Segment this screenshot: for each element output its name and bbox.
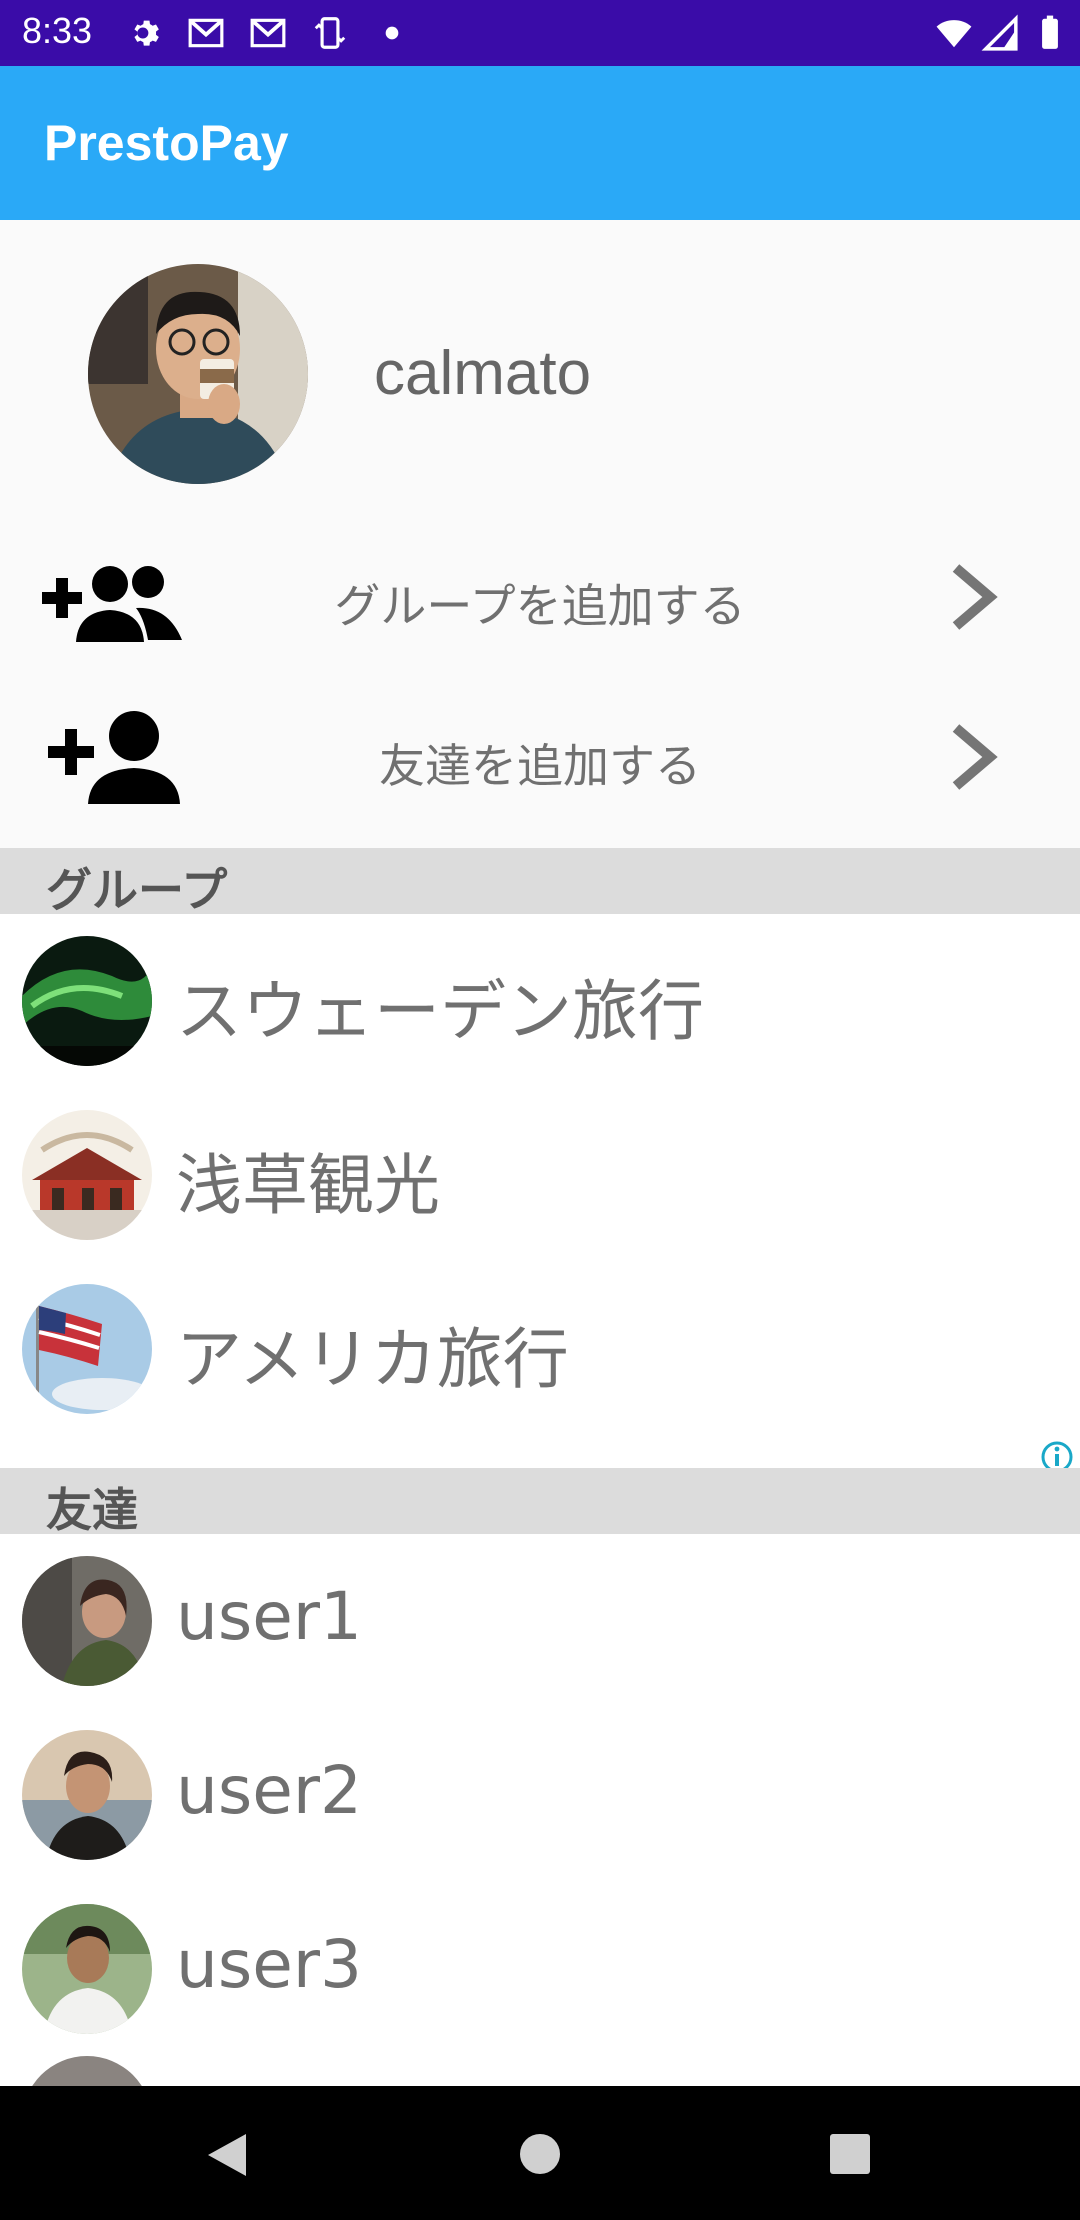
friend-avatar bbox=[22, 2056, 152, 2086]
battery-icon bbox=[1042, 15, 1058, 49]
gmail-icon bbox=[250, 18, 286, 48]
add-friend-label: 友達を追加する bbox=[379, 739, 701, 793]
profile-username: calmato bbox=[374, 339, 592, 408]
add-friend-row[interactable]: 友達を追加する bbox=[0, 682, 1080, 832]
home-icon[interactable] bbox=[518, 2132, 562, 2176]
friend-avatar bbox=[22, 1904, 152, 2034]
chevron-right-icon bbox=[952, 724, 998, 790]
app-title: PrestoPay bbox=[44, 115, 289, 171]
friend-item-partial[interactable] bbox=[0, 2056, 1080, 2086]
group-item[interactable]: アメリカ旅行 bbox=[0, 1262, 1080, 1436]
group-list: スウェーデン旅行 浅草観光 アメリカ旅行 bbox=[0, 914, 1080, 1468]
group-item[interactable]: 浅草観光 bbox=[0, 1088, 1080, 1262]
gmail-icon bbox=[188, 18, 224, 48]
group-name: スウェーデン旅行 bbox=[176, 973, 704, 1050]
profile-avatar[interactable] bbox=[88, 264, 308, 484]
friend-avatar bbox=[22, 1730, 152, 1860]
settings-icon bbox=[134, 20, 159, 46]
friend-item[interactable]: user3 bbox=[0, 1882, 1080, 2056]
status-time: 8:33 bbox=[22, 10, 93, 51]
group-avatar bbox=[22, 936, 152, 1066]
friends-section-header: 友達 bbox=[0, 1468, 1080, 1537]
friend-name: user1 bbox=[176, 1578, 362, 1655]
groups-header-label: グループ bbox=[46, 863, 228, 917]
friend-item[interactable]: user1 bbox=[0, 1534, 1080, 1708]
add-group-label: グループを追加する bbox=[334, 579, 746, 633]
group-name: アメリカ旅行 bbox=[176, 1321, 569, 1398]
friends-header-label: 友達 bbox=[46, 1483, 138, 1537]
friend-avatar bbox=[22, 1556, 152, 1686]
chevron-right-icon bbox=[952, 564, 998, 630]
add-group-row[interactable]: グループを追加する bbox=[0, 522, 1080, 672]
wifi-icon bbox=[936, 20, 972, 48]
group-name: 浅草観光 bbox=[176, 1147, 440, 1224]
friend-item[interactable]: user2 bbox=[0, 1708, 1080, 1882]
friend-list: user1 user2 user3 bbox=[0, 1534, 1080, 2086]
friend-name: user2 bbox=[176, 1752, 362, 1829]
profile-section: calmato グループを追加する 友達を追加する bbox=[0, 220, 1080, 848]
group-item[interactable]: スウェーデン旅行 bbox=[0, 914, 1080, 1088]
system-nav-bar bbox=[0, 2086, 1080, 2220]
app-bar: PrestoPay bbox=[0, 66, 1080, 220]
friend-name: user3 bbox=[176, 1926, 362, 2003]
recents-icon[interactable] bbox=[828, 2132, 872, 2176]
groups-section-header: グループ bbox=[0, 848, 1080, 917]
group-avatar bbox=[22, 1284, 152, 1414]
signal-icon bbox=[981, 14, 1018, 51]
phone-rotate-icon bbox=[314, 17, 346, 49]
status-bar: 8:33 bbox=[0, 0, 1080, 66]
dot-icon bbox=[385, 26, 399, 40]
back-icon[interactable] bbox=[204, 2130, 250, 2180]
group-avatar bbox=[22, 1110, 152, 1240]
